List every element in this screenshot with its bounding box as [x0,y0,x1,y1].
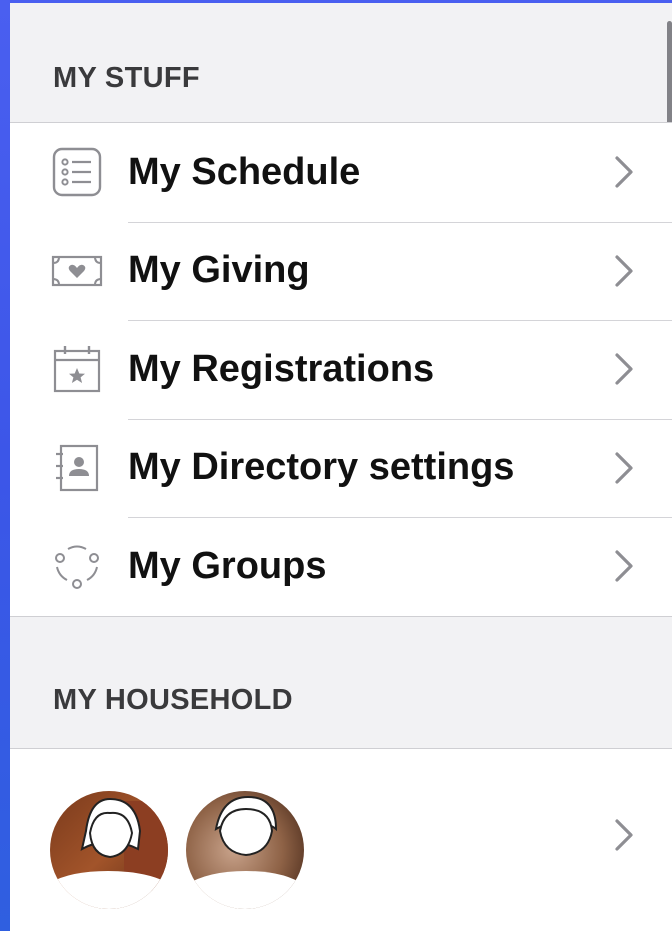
household-members-row[interactable] [10,749,672,931]
section-header-my-household: MY HOUSEHOLD [10,670,672,730]
chevron-right-icon [610,450,638,486]
my-stuff-list: My Schedule My Giving My Registrations M… [10,122,672,617]
directory-contact-icon [50,441,104,495]
list-item-label: My Registrations [128,347,435,390]
section-header-my-stuff: MY STUFF [10,48,672,108]
groups-icon [50,539,104,593]
member-avatar-1[interactable] [50,791,168,909]
registrations-calendar-icon [50,342,104,396]
list-item-my-schedule[interactable]: My Schedule [10,123,672,222]
member-avatar-2[interactable] [186,791,304,909]
list-item-label: My Schedule [128,150,361,193]
my-household-list [10,748,672,931]
giving-heart-icon [50,244,104,298]
list-item-my-groups[interactable]: My Groups [10,517,672,616]
list-item-label: My Giving [128,249,310,292]
device-frame: MY STUFF My Schedule My Giving My Regist… [0,0,672,931]
section-title: MY STUFF [53,61,200,94]
list-item-my-directory-settings[interactable]: My Directory settings [10,418,672,518]
schedule-list-icon [50,145,104,199]
list-item-label: My Directory settings [128,446,515,489]
chevron-right-icon [610,548,638,584]
chevron-right-icon [610,351,638,387]
chevron-right-icon [610,817,638,853]
list-item-label: My Groups [128,544,327,587]
section-title: MY HOUSEHOLD [53,683,293,716]
list-item-my-registrations[interactable]: My Registrations [10,320,672,419]
chevron-right-icon [610,253,638,289]
screen: MY STUFF My Schedule My Giving My Regist… [10,3,672,931]
chevron-right-icon [610,154,638,190]
list-item-my-giving[interactable]: My Giving [10,221,672,321]
